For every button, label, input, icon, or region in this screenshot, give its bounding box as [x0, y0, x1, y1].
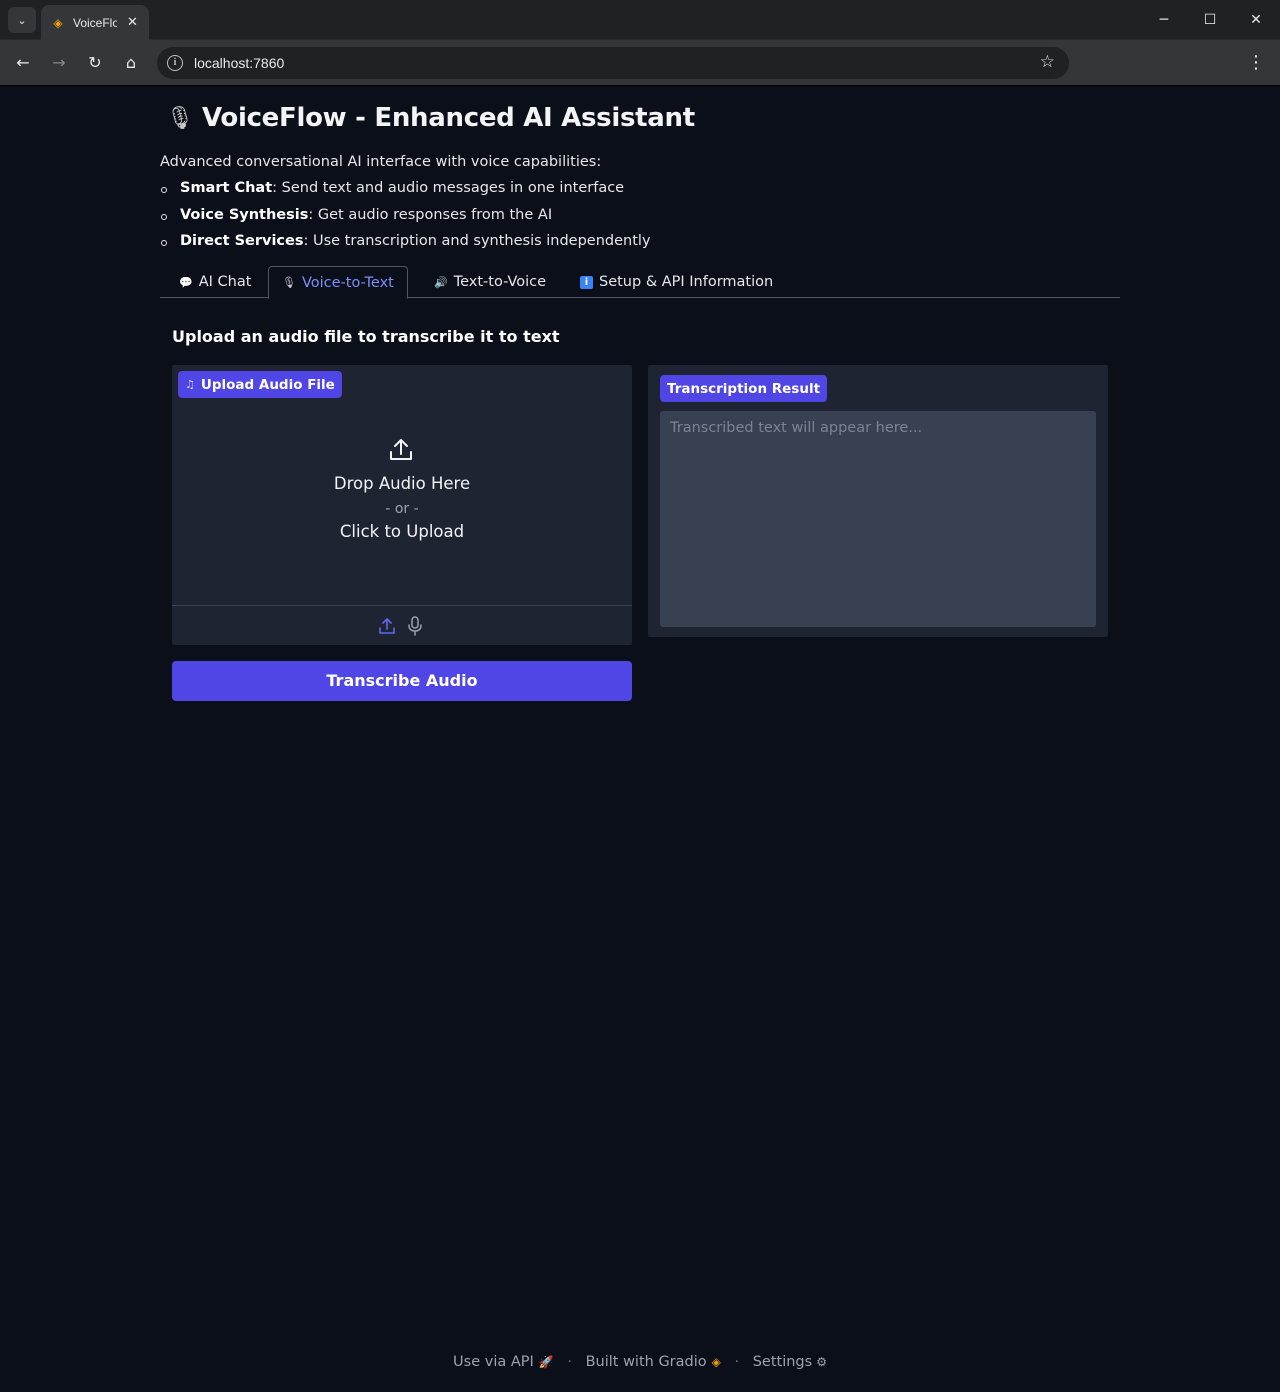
- upload-source-icon[interactable]: [378, 617, 396, 635]
- feature-name: Smart Chat: [180, 180, 273, 196]
- upload-label-text: Upload Audio File: [200, 376, 335, 393]
- settings-link[interactable]: Settings: [753, 1354, 812, 1370]
- built-with-gradio-link[interactable]: Built with Gradio: [586, 1354, 707, 1370]
- click-to-upload-text: Click to Upload: [339, 522, 465, 541]
- gradio-logo-icon: ◈: [711, 1355, 721, 1369]
- feature-name: Direct Services: [180, 233, 304, 249]
- browser-menu-button[interactable]: ⋮: [1246, 51, 1266, 75]
- tab-voice-to-text[interactable]: 🎙 Voice-to-Text: [268, 266, 408, 299]
- rocket-icon: 🚀: [538, 1355, 554, 1369]
- page-title: VoiceFlow - Enhanced AI Assistant: [202, 103, 695, 133]
- upload-icon: [390, 439, 412, 460]
- feature-item: Direct Services: Use transcription and s…: [160, 233, 651, 260]
- audio-source-selector: [172, 605, 632, 645]
- use-via-api-link[interactable]: Use via API: [453, 1354, 534, 1370]
- browser-titlebar: ⌄ ◈ VoiceFlow ✕ ─ ☐ ✕: [0, 0, 1280, 40]
- feature-desc: : Get audio responses from the AI: [308, 206, 553, 223]
- audio-upload-panel: ♫ Upload Audio File Drop Audio Here - or…: [172, 365, 632, 645]
- footer-separator: ·: [734, 1354, 740, 1370]
- feature-desc: : Send text and audio messages in one in…: [272, 180, 625, 196]
- feature-item: Voice Synthesis: Get audio responses fro…: [160, 207, 651, 234]
- home-button[interactable]: ⌂: [119, 51, 143, 75]
- intro-text: Advanced conversational AI interface wit…: [160, 154, 602, 170]
- info-icon: i: [580, 275, 593, 289]
- window-close-button[interactable]: ✕: [1244, 8, 1268, 32]
- minimize-button[interactable]: ─: [1152, 8, 1176, 32]
- browser-toolbar: ← → ↻ ⌂ i localhost:7860 ☆ ⋮: [0, 40, 1280, 86]
- tab-text-to-voice[interactable]: 🔊 Text-to-Voice: [421, 266, 559, 298]
- gradio-favicon-icon: ◈: [53, 15, 63, 30]
- transcribe-audio-button[interactable]: Transcribe Audio: [172, 661, 632, 701]
- footer: Use via API 🚀 · Built with Gradio ◈ · Sett…: [0, 1354, 1280, 1370]
- feature-item: Smart Chat: Send text and audio messages…: [160, 180, 651, 207]
- browser-tab[interactable]: ◈ VoiceFlow ✕: [41, 5, 149, 40]
- tab-label: Voice-to-Text: [301, 274, 394, 291]
- tab-label: AI Chat: [198, 274, 252, 290]
- microphone-source-icon[interactable]: [407, 616, 423, 636]
- tab-label: Text-to-Voice: [453, 274, 547, 290]
- feature-name: Voice Synthesis: [180, 206, 309, 223]
- gear-icon: ⚙: [816, 1355, 827, 1369]
- url-text[interactable]: localhost:7860: [194, 55, 284, 71]
- music-note-icon: ♫: [185, 378, 195, 391]
- microphone-icon: 🎙: [166, 105, 194, 131]
- bookmark-star-icon[interactable]: ☆: [1040, 52, 1055, 72]
- tab-ai-chat[interactable]: 💬 AI Chat: [166, 266, 264, 298]
- speaker-icon: 🔊: [434, 275, 448, 289]
- speech-bubble-icon: 💬: [179, 275, 193, 289]
- section-heading: Upload an audio file to transcribe it to…: [172, 327, 560, 346]
- back-button[interactable]: ←: [11, 51, 35, 75]
- footer-separator: ·: [567, 1354, 572, 1370]
- feature-list: Smart Chat: Send text and audio messages…: [160, 180, 651, 260]
- transcription-textarea[interactable]: Transcribed text will appear here...: [660, 411, 1096, 627]
- title-row: 🎙 VoiceFlow - Enhanced AI Assistant: [160, 103, 695, 133]
- or-separator: - or -: [385, 501, 419, 517]
- audio-drop-zone[interactable]: Drop Audio Here - or - Click to Upload: [172, 405, 632, 605]
- tab-label: Setup & API Information: [599, 274, 774, 290]
- address-bar[interactable]: i localhost:7860 ☆: [157, 47, 1069, 79]
- tab-setup-api[interactable]: i Setup & API Information: [567, 266, 786, 298]
- reload-button[interactable]: ↻: [83, 51, 107, 75]
- transcription-result-label: Transcription Result: [660, 375, 828, 402]
- tab-bar: 💬 AI Chat 🎙 Voice-to-Text 🔊 Text-to-Voic…: [160, 266, 1120, 299]
- tab-close-icon[interactable]: ✕: [127, 15, 138, 30]
- transcription-result-panel: Transcription Result Transcribed text wi…: [648, 365, 1108, 637]
- microphone-icon: 🎙: [282, 276, 296, 289]
- drop-audio-text: Drop Audio Here: [333, 474, 471, 493]
- tab-search-button[interactable]: ⌄: [8, 7, 36, 33]
- feature-desc: : Use transcription and synthesis indepe…: [303, 233, 651, 249]
- browser-tab-title: VoiceFlow: [73, 15, 117, 30]
- forward-button[interactable]: →: [47, 51, 71, 75]
- upload-audio-label: ♫ Upload Audio File: [178, 371, 342, 398]
- site-info-icon[interactable]: i: [167, 55, 183, 71]
- maximize-button[interactable]: ☐: [1198, 8, 1222, 32]
